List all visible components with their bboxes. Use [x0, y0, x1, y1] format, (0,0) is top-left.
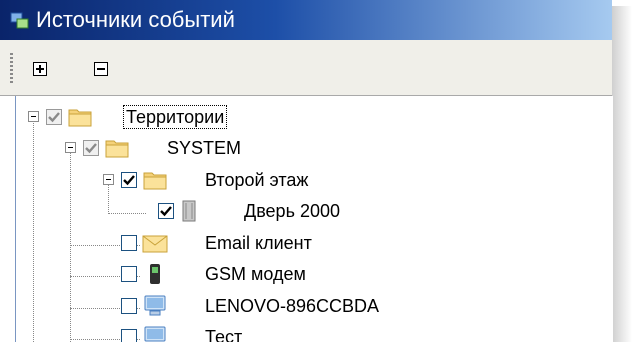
checkbox-door-2000[interactable]	[158, 203, 174, 219]
tree-node-lenovo[interactable]: LENOVO-896CCBDA	[16, 295, 436, 323]
event-sources-window: Источники событий Территории SYSTEM Втор…	[0, 0, 632, 342]
collapse-toggle[interactable]	[103, 174, 114, 185]
tree-node-label: Территории	[122, 105, 228, 129]
expand-all-button[interactable]	[33, 62, 47, 76]
tree-node-label: Второй этаж	[205, 170, 309, 190]
check-icon	[48, 112, 60, 123]
email-icon	[142, 235, 168, 253]
check-icon	[160, 206, 172, 217]
tree-node-email-client[interactable]: Email клиент	[16, 232, 356, 260]
checkbox-email-client[interactable]	[121, 235, 137, 251]
toolbar-grip[interactable]	[10, 53, 13, 83]
check-icon	[123, 175, 135, 186]
tree-node-label: LENOVO-896CCBDA	[205, 296, 380, 316]
check-icon	[85, 143, 97, 154]
computer-icon	[144, 326, 166, 342]
collapse-toggle[interactable]	[28, 111, 39, 122]
door-icon	[182, 200, 196, 222]
tree-node-label: GSM модем	[205, 264, 306, 284]
minus-icon	[106, 179, 111, 180]
minus-icon	[68, 147, 73, 148]
folder-icon	[105, 140, 129, 158]
sources-app-icon	[10, 12, 29, 29]
tree-node-system[interactable]: SYSTEM	[16, 137, 336, 165]
tree-node-label: Дверь 2000	[244, 201, 340, 221]
tree-node-door-2000[interactable]: Дверь 2000	[16, 200, 376, 228]
tree-node-next[interactable]: Тест	[16, 326, 346, 342]
tree-panel: Территории SYSTEM Второй этаж Дверь 2000…	[0, 40, 613, 342]
checkbox-system[interactable]	[83, 140, 99, 156]
folder-icon	[143, 172, 167, 190]
checkbox-next[interactable]	[121, 329, 137, 342]
toolbar	[0, 40, 612, 96]
tree-node-second-floor[interactable]: Второй этаж	[16, 169, 346, 197]
tree-node-label: Email клиент	[205, 233, 312, 253]
window-shadow	[612, 6, 632, 342]
checkbox-gsm-modem[interactable]	[121, 266, 137, 282]
tree-node-gsm-modem[interactable]: GSM модем	[16, 263, 346, 291]
checkbox-lenovo[interactable]	[121, 298, 137, 314]
folder-icon	[68, 109, 92, 127]
computer-icon	[144, 295, 166, 316]
title-bar: Источники событий	[0, 0, 612, 40]
tree-node-label: Тест	[205, 327, 243, 342]
collapse-all-button[interactable]	[94, 62, 108, 76]
collapse-toggle[interactable]	[65, 142, 76, 153]
minus-icon	[31, 116, 36, 117]
tree-node-territories[interactable]: Территории	[16, 105, 336, 134]
window-title: Источники событий	[36, 7, 235, 32]
tree-node-label: SYSTEM	[167, 138, 242, 158]
event-sources-tree[interactable]: Территории SYSTEM Второй этаж Дверь 2000…	[15, 96, 613, 342]
gsm-modem-icon	[150, 264, 160, 284]
checkbox-second-floor[interactable]	[121, 172, 137, 188]
checkbox-territories[interactable]	[46, 109, 62, 125]
minus-icon	[97, 68, 105, 70]
